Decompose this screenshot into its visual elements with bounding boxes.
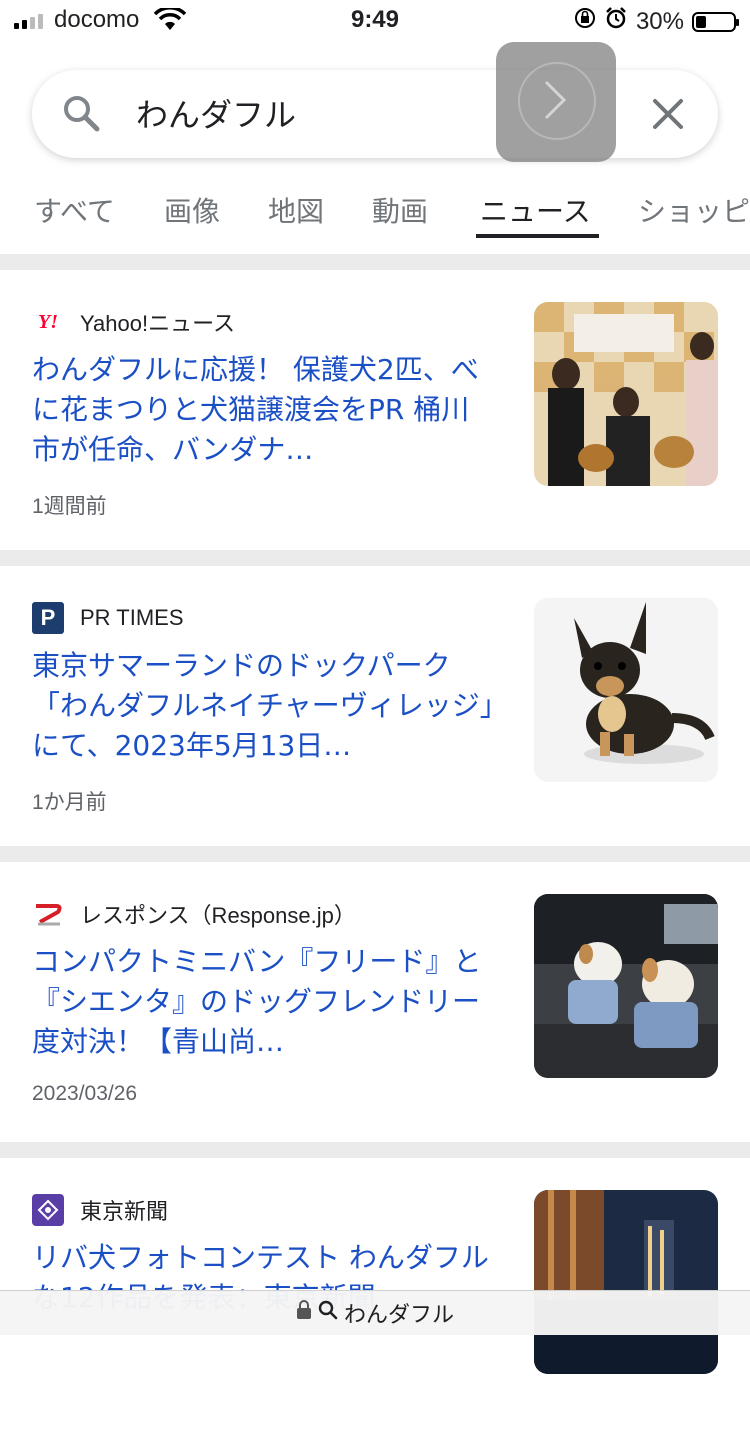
- tokyo-shimbun-logo-icon: [32, 1194, 64, 1226]
- news-source: Y! Yahoo!ニュース: [32, 306, 235, 338]
- news-headline-link[interactable]: わんダフルに応援！ 保護犬2匹、べに花まつりと犬猫譲渡会をPR 桶川市が任命、バ…: [32, 350, 494, 470]
- news-timestamp: 1週間前: [32, 495, 107, 518]
- news-timestamp: 2023/03/26: [32, 1082, 138, 1105]
- news-headline-link[interactable]: 東京サマーランドのドックパーク「わんダフルネイチャーヴィレッジ」にて、2023年…: [32, 646, 494, 766]
- news-result-card[interactable]: Y! Yahoo!ニュース わんダフルに応援！ 保護犬2匹、べに花まつりと犬猫譲…: [0, 270, 750, 550]
- browser-address-bar[interactable]: わんダフル: [0, 1290, 750, 1335]
- prtimes-logo-icon: P: [32, 602, 64, 634]
- response-logo-icon: [32, 898, 64, 930]
- news-headline-link[interactable]: コンパクトミニバン『フリード』と『シエンタ』のドッグフレンドリー度対決！【青山尚…: [32, 942, 494, 1062]
- news-thumbnail-image[interactable]: [534, 1190, 718, 1374]
- tab-news[interactable]: ニュース: [476, 190, 599, 238]
- news-source: 東京新聞: [32, 1194, 168, 1226]
- search-icon[interactable]: [60, 92, 102, 138]
- orientation-lock-icon: [574, 7, 596, 36]
- news-thumbnail-image[interactable]: [534, 598, 718, 782]
- battery-percent: 30%: [635, 7, 684, 35]
- news-source-name: レスポンス（Response.jp）: [80, 903, 356, 928]
- news-source: P PR TIMES: [32, 602, 184, 634]
- tab-all[interactable]: すべて: [34, 190, 115, 230]
- alarm-icon: [604, 6, 628, 37]
- news-source-name: PR TIMES: [80, 605, 184, 630]
- status-bar: docomo 9:49 30%: [0, 0, 750, 42]
- forward-overlay-button[interactable]: [496, 42, 616, 162]
- news-source: レスポンス（Response.jp）: [32, 898, 356, 930]
- tab-shopping[interactable]: ショッピ: [638, 190, 750, 230]
- tab-videos[interactable]: 動画: [372, 190, 428, 230]
- news-result-card[interactable]: P PR TIMES 東京サマーランドのドックパーク「わんダフルネイチャーヴィレ…: [0, 566, 750, 846]
- tab-images[interactable]: 画像: [164, 190, 220, 230]
- news-result-card[interactable]: レスポンス（Response.jp） コンパクトミニバン『フリード』と『シエンタ…: [0, 862, 750, 1142]
- search-input[interactable]: わんダフル: [136, 90, 296, 136]
- yahoo-logo-icon: Y!: [38, 310, 58, 333]
- news-thumbnail-image[interactable]: [534, 894, 718, 1078]
- news-source-name: 東京新聞: [80, 1199, 169, 1224]
- search-header: わんダフル すべて 画像 地図 動画 ニュース ショッピ: [0, 42, 750, 254]
- news-thumbnail-image[interactable]: [534, 302, 718, 486]
- address-bar-text: わんダフル: [343, 1303, 454, 1328]
- news-source-name: Yahoo!ニュース: [80, 311, 235, 336]
- close-icon[interactable]: [650, 96, 686, 136]
- search-icon: [318, 1300, 338, 1326]
- battery-icon: [692, 11, 739, 32]
- news-timestamp: 1か月前: [32, 791, 107, 814]
- chevron-right-icon: [544, 80, 567, 120]
- lock-icon: [296, 1300, 312, 1326]
- search-tabs: すべて 画像 地図 動画 ニュース ショッピ: [0, 190, 750, 250]
- tab-maps[interactable]: 地図: [268, 190, 324, 230]
